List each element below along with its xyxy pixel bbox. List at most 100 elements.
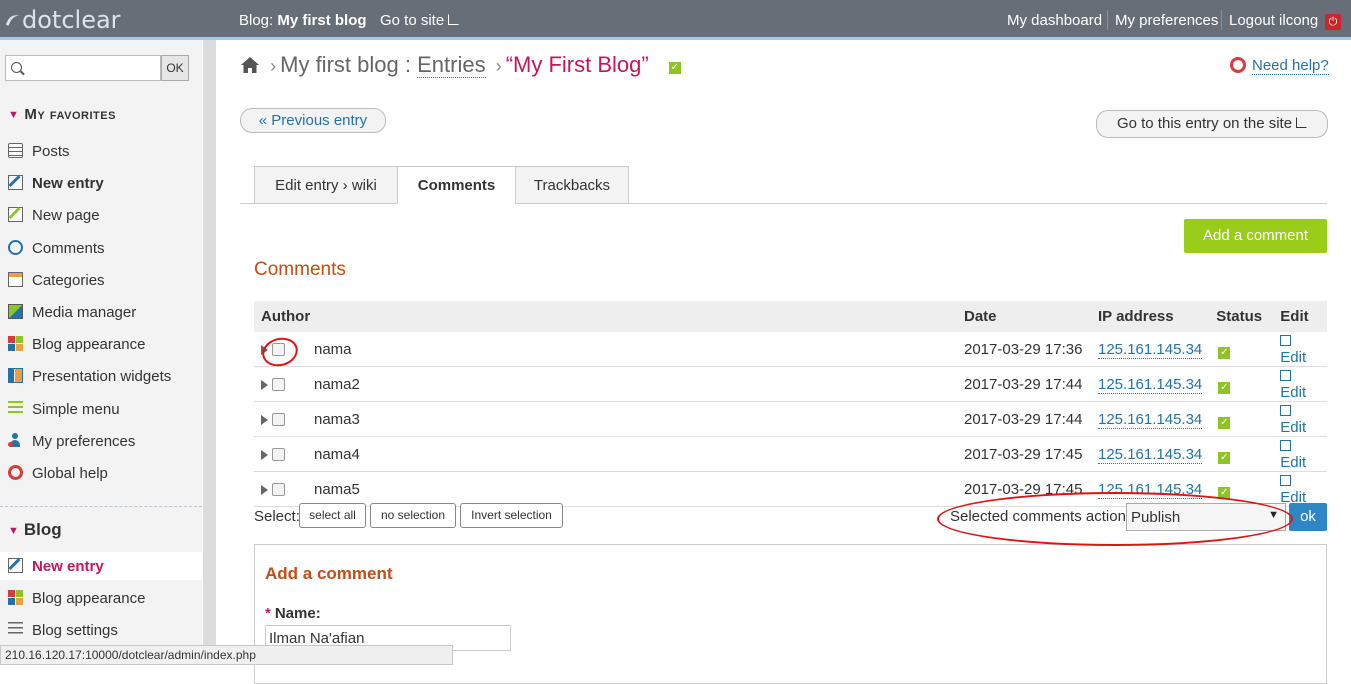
edit-link[interactable]: Edit bbox=[1280, 332, 1306, 366]
sidebar-item-presentation-widgets[interactable]: Presentation widgets bbox=[0, 362, 202, 390]
comments-table: Author Date IP address Status Edit nama 2… bbox=[254, 301, 1327, 507]
table-header-row: Author Date IP address Status Edit bbox=[254, 301, 1327, 332]
date-cell: 2017-03-29 17:45 bbox=[957, 471, 1091, 507]
edit-link[interactable]: Edit bbox=[1280, 437, 1306, 471]
edit-link[interactable]: Edit bbox=[1280, 367, 1306, 401]
expand-arrow-icon[interactable] bbox=[261, 449, 268, 460]
edit-link[interactable]: Edit bbox=[1280, 402, 1306, 436]
breadcrumb-blog: My first blog bbox=[280, 52, 399, 77]
sidebar-item-label: Simple menu bbox=[32, 400, 120, 418]
sidebar-item-media-manager[interactable]: Media manager bbox=[0, 298, 202, 326]
sidebar-item-categories[interactable]: Categories bbox=[0, 266, 202, 294]
expand-arrow-icon[interactable] bbox=[261, 344, 268, 355]
row-checkbox[interactable] bbox=[272, 412, 285, 426]
home-icon[interactable] bbox=[240, 54, 260, 80]
sidebar-item-blog-appearance[interactable]: Blog appearance bbox=[0, 584, 202, 612]
expand-arrow-icon[interactable] bbox=[261, 484, 268, 495]
dotclear-logo[interactable]: dotclear bbox=[5, 6, 121, 34]
external-link-icon bbox=[448, 14, 460, 25]
no-selection-button[interactable]: no selection bbox=[370, 503, 456, 528]
sidebar-item-simple-menu[interactable]: Simple menu bbox=[0, 395, 202, 423]
logo-text: dotclear bbox=[22, 6, 121, 34]
search-input[interactable] bbox=[5, 55, 161, 81]
sidebar-item-label: Categories bbox=[32, 271, 105, 289]
divider bbox=[0, 506, 202, 507]
edit-link[interactable]: Edit bbox=[1280, 472, 1306, 506]
row-checkbox[interactable] bbox=[272, 482, 285, 496]
edit-label: Edit bbox=[1280, 349, 1307, 366]
sidebar-item-new-entry[interactable]: New entry bbox=[0, 169, 202, 197]
search-ok-button[interactable]: OK bbox=[161, 55, 189, 81]
sidebar-item-label: Presentation widgets bbox=[32, 368, 172, 386]
sidebar-item-blog-appearance[interactable]: Blog appearance bbox=[0, 330, 202, 358]
breadcrumb-current: “My First Blog” bbox=[505, 52, 649, 77]
required-marker: * bbox=[265, 605, 271, 622]
published-status-icon: ✓ bbox=[668, 62, 681, 74]
breadcrumb-colon: : bbox=[404, 52, 411, 77]
blog-heading[interactable]: ▼ Blog bbox=[8, 520, 62, 540]
sidebar-item-new-entry[interactable]: New entry bbox=[0, 552, 202, 580]
sidebar-item-new-page[interactable]: New page bbox=[0, 201, 202, 229]
my-dashboard-link[interactable]: My dashboard bbox=[1007, 12, 1102, 29]
tab-edit-entry[interactable]: Edit entry › wiki bbox=[254, 166, 398, 204]
invert-selection-button[interactable]: Invert selection bbox=[460, 503, 563, 528]
breadcrumb-entries-link[interactable]: Entries bbox=[417, 52, 486, 78]
leaf-icon bbox=[5, 11, 24, 31]
add-comment-button[interactable]: Add a comment bbox=[1184, 219, 1327, 253]
favorites-heading[interactable]: ▼ My favorites bbox=[8, 106, 116, 123]
ip-link[interactable]: 125.161.145.34 bbox=[1098, 410, 1203, 429]
logout-link[interactable]: Logout ilcong bbox=[1229, 12, 1318, 29]
table-row: nama4 2017-03-29 17:45 125.161.145.34 ✓ Edit bbox=[254, 436, 1327, 472]
need-help-label: Need help? bbox=[1252, 57, 1329, 75]
tab-trackbacks[interactable]: Trackbacks bbox=[515, 166, 629, 204]
go-to-site-label: Go to site bbox=[380, 12, 445, 29]
edit-cell: Edit bbox=[1273, 366, 1327, 402]
table-row: nama2 2017-03-29 17:44 125.161.145.34 ✓ Edit bbox=[254, 366, 1327, 402]
need-help-link[interactable]: Need help? bbox=[1230, 57, 1329, 75]
ip-link[interactable]: 125.161.145.34 bbox=[1098, 445, 1203, 464]
ok-button[interactable]: ok bbox=[1289, 503, 1327, 531]
sidebar-item-global-help[interactable]: Global help bbox=[0, 459, 202, 487]
sidebar-item-label: New entry bbox=[32, 175, 104, 193]
status-cell: ✓ bbox=[1209, 366, 1274, 402]
row-checkbox[interactable] bbox=[272, 447, 285, 461]
power-icon[interactable]: ⏻ bbox=[1325, 14, 1341, 30]
row-checkbox[interactable] bbox=[272, 377, 285, 391]
sidebar-item-label: My preferences bbox=[32, 432, 136, 450]
comments-action-label: Selected comments action: bbox=[950, 508, 1131, 525]
edit-cell: Edit bbox=[1273, 436, 1327, 472]
sidebar-item-label: New page bbox=[32, 207, 100, 225]
sidebar-item-posts[interactable]: Posts bbox=[0, 137, 202, 165]
comments-action-select[interactable]: Publish ▼ bbox=[1126, 503, 1286, 531]
published-check-icon: ✓ bbox=[1218, 346, 1231, 359]
row-checkbox[interactable] bbox=[272, 342, 285, 356]
expand-arrow-icon[interactable] bbox=[261, 414, 268, 425]
author-cell: nama5 bbox=[254, 471, 957, 507]
ip-link[interactable]: 125.161.145.34 bbox=[1098, 340, 1203, 359]
add-comment-form-title: Add a comment bbox=[265, 564, 393, 583]
status-cell: ✓ bbox=[1209, 436, 1274, 472]
sidebar-item-blog-settings[interactable]: Blog settings bbox=[0, 616, 202, 644]
edit-icon bbox=[1280, 335, 1292, 346]
select-all-button[interactable]: select all bbox=[299, 503, 366, 528]
previous-entry-button[interactable]: « Previous entry bbox=[240, 108, 386, 133]
ip-link[interactable]: 125.161.145.34 bbox=[1098, 375, 1203, 394]
date-cell: 2017-03-29 17:45 bbox=[957, 436, 1091, 472]
select-label: Select: bbox=[254, 508, 300, 525]
expand-arrow-icon[interactable] bbox=[261, 379, 268, 390]
scrollbar[interactable] bbox=[203, 40, 216, 665]
go-to-entry-button[interactable]: Go to this entry on the site bbox=[1096, 110, 1328, 138]
edit-icon bbox=[1280, 370, 1292, 381]
sidebar-item-my-preferences[interactable]: My preferences bbox=[0, 427, 202, 455]
go-to-site-link[interactable]: Go to site bbox=[380, 12, 460, 29]
sidebar-item-comments[interactable]: Comments bbox=[0, 234, 202, 262]
author-name: nama5 bbox=[314, 480, 360, 498]
ip-link[interactable]: 125.161.145.34 bbox=[1098, 480, 1203, 499]
tab-comments[interactable]: Comments bbox=[397, 166, 516, 204]
top-bar: dotclear Blog: My first blog Go to site … bbox=[0, 0, 1351, 40]
breadcrumb-separator: › bbox=[495, 56, 502, 76]
collapse-icon: ▼ bbox=[8, 525, 19, 537]
status-bar-url: 210.16.120.17:10000/dotclear/admin/index… bbox=[0, 645, 453, 665]
my-preferences-link[interactable]: My preferences bbox=[1115, 12, 1218, 29]
header-ip: IP address bbox=[1091, 301, 1210, 332]
